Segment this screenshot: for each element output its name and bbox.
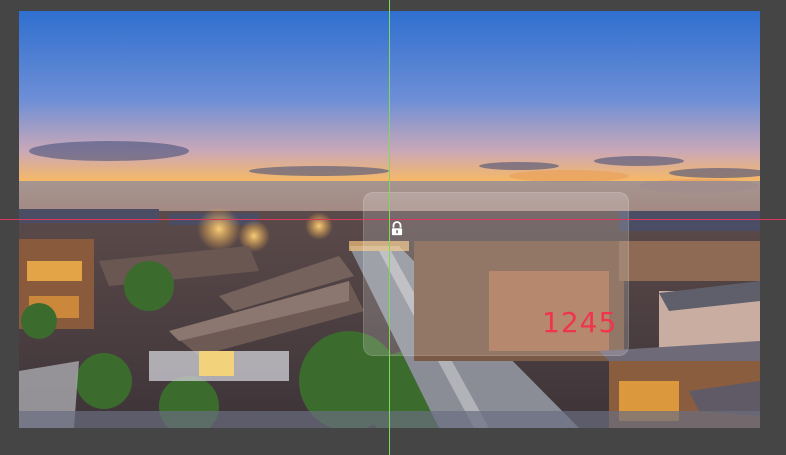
lock-icon[interactable]	[390, 221, 404, 236]
horizontal-guide-line[interactable]	[0, 219, 786, 220]
overlay-number-label: 1245	[542, 306, 618, 339]
